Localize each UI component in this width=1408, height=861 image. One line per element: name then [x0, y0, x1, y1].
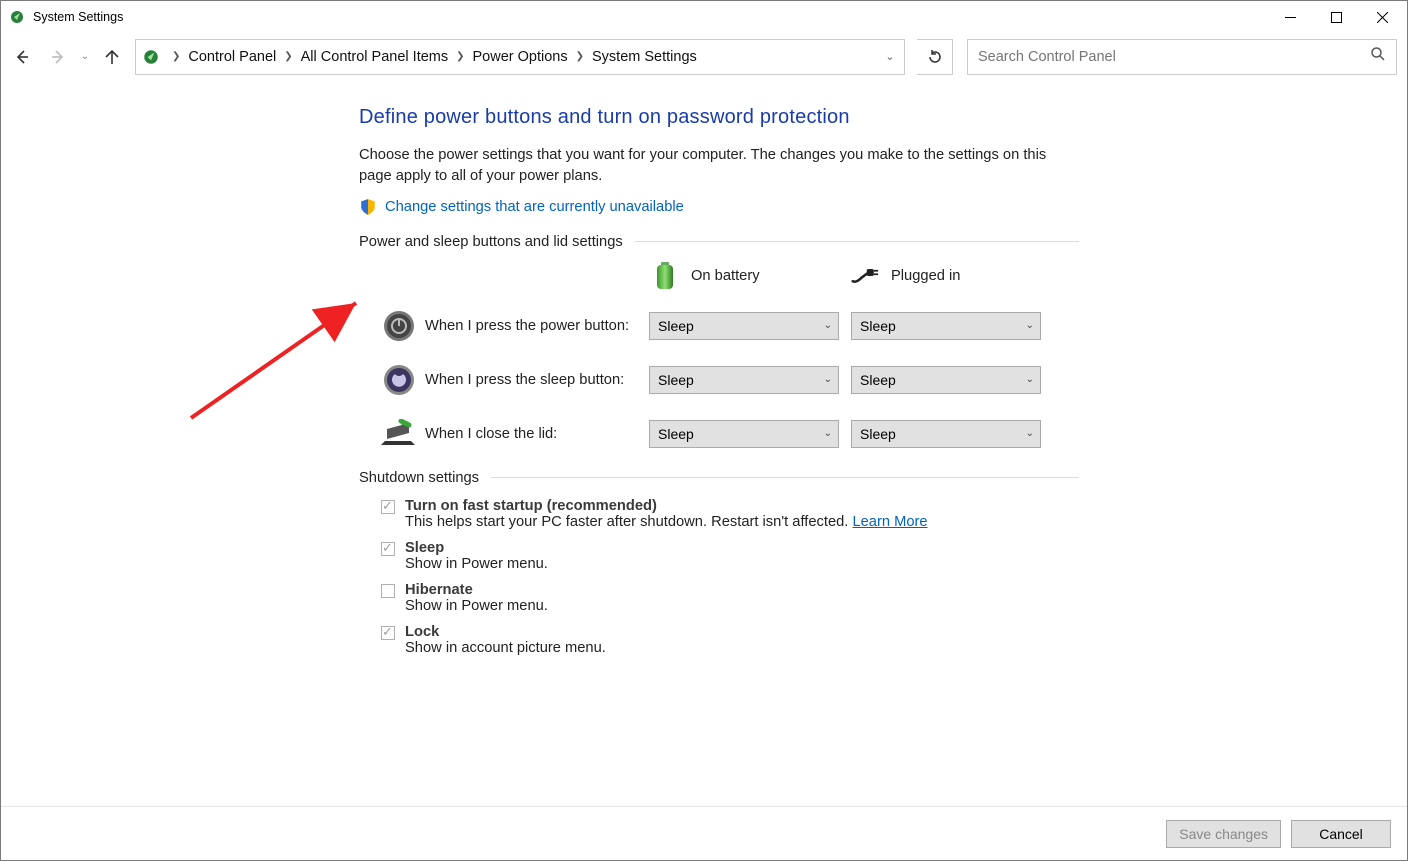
window: System Settings ⌄ ❯ Control Panel ❯ All … — [0, 0, 1408, 861]
breadcrumb-system-settings[interactable]: System Settings — [592, 49, 697, 65]
checkbox-icon — [381, 626, 395, 640]
unlock-settings-link[interactable]: Change settings that are currently unava… — [385, 199, 684, 215]
group-header-shutdown: Shutdown settings — [359, 470, 479, 486]
nav-back[interactable] — [5, 40, 39, 74]
col-plugged-in: Plugged in — [851, 262, 1051, 290]
cancel-button[interactable]: Cancel — [1291, 820, 1391, 848]
col-on-battery: On battery — [651, 262, 851, 290]
row-label: When I press the sleep button: — [425, 372, 649, 388]
battery-icon — [651, 262, 679, 290]
laptop-lid-icon — [381, 416, 417, 452]
titlebar: System Settings — [1, 1, 1407, 34]
app-icon — [9, 9, 25, 25]
close-button[interactable] — [1359, 1, 1405, 33]
select-power-button-battery[interactable]: Sleep⌄ — [649, 312, 839, 340]
search-input[interactable] — [978, 49, 1370, 65]
select-power-button-plugged[interactable]: Sleep⌄ — [851, 312, 1041, 340]
row-label: When I close the lid: — [425, 426, 649, 442]
refresh-button[interactable] — [917, 39, 953, 75]
row-close-lid: When I close the lid: Sleep⌄ Sleep⌄ — [381, 416, 1079, 452]
footer: Save changes Cancel — [1, 806, 1407, 860]
select-sleep-button-plugged[interactable]: Sleep⌄ — [851, 366, 1041, 394]
search-icon — [1370, 46, 1386, 67]
select-close-lid-plugged[interactable]: Sleep⌄ — [851, 420, 1041, 448]
save-changes-button[interactable]: Save changes — [1166, 820, 1281, 848]
window-title: System Settings — [33, 10, 1267, 24]
plug-icon — [851, 262, 879, 290]
divider — [491, 477, 1079, 478]
select-sleep-button-battery[interactable]: Sleep⌄ — [649, 366, 839, 394]
uac-shield-icon — [359, 198, 377, 216]
chevron-right-icon[interactable]: ❯ — [568, 51, 592, 62]
row-sleep-button: When I press the sleep button: Sleep⌄ Sl… — [381, 362, 1079, 398]
minimize-button[interactable] — [1267, 1, 1313, 33]
power-button-icon — [381, 308, 417, 344]
chevron-down-icon: ⌄ — [824, 374, 832, 385]
address-history-dropdown[interactable]: ⌄ — [876, 50, 904, 63]
sleep-button-icon — [381, 362, 417, 398]
navbar: ⌄ ❯ Control Panel ❯ All Control Panel It… — [1, 34, 1407, 78]
row-power-button: When I press the power button: Sleep⌄ Sl… — [381, 308, 1079, 344]
chevron-right-icon[interactable]: ❯ — [276, 51, 300, 62]
nav-recent-dropdown[interactable]: ⌄ — [77, 51, 93, 62]
nav-up[interactable] — [95, 40, 129, 74]
chevron-right-icon[interactable]: ❯ — [448, 51, 472, 62]
chevron-down-icon: ⌄ — [824, 320, 832, 331]
chevron-down-icon: ⌄ — [1026, 320, 1034, 331]
content: Define power buttons and turn on passwor… — [1, 78, 1407, 806]
location-icon — [142, 48, 160, 66]
checkbox-icon — [381, 584, 395, 598]
row-label: When I press the power button: — [425, 318, 649, 334]
chevron-right-icon[interactable]: ❯ — [164, 51, 188, 62]
search-box[interactable] — [967, 39, 1397, 75]
page-description: Choose the power settings that you want … — [359, 145, 1079, 188]
checkbox-hibernate[interactable]: Hibernate Show in Power menu. — [381, 582, 1079, 614]
divider — [635, 241, 1079, 242]
breadcrumb-control-panel[interactable]: Control Panel — [188, 49, 276, 65]
chevron-down-icon: ⌄ — [824, 428, 832, 439]
annotation-arrow — [181, 298, 381, 438]
page-title: Define power buttons and turn on passwor… — [359, 106, 1079, 129]
address-bar[interactable]: ❯ Control Panel ❯ All Control Panel Item… — [135, 39, 905, 75]
checkbox-fast-startup[interactable]: Turn on fast startup (recommended) This … — [381, 498, 1079, 530]
checkbox-icon — [381, 500, 395, 514]
breadcrumb-power-options[interactable]: Power Options — [473, 49, 568, 65]
breadcrumb-all-items[interactable]: All Control Panel Items — [301, 49, 448, 65]
window-controls — [1267, 1, 1405, 33]
chevron-down-icon: ⌄ — [1026, 374, 1034, 385]
group-header-power: Power and sleep buttons and lid settings — [359, 234, 623, 250]
checkbox-icon — [381, 542, 395, 556]
learn-more-link[interactable]: Learn More — [852, 514, 927, 530]
checkbox-sleep[interactable]: Sleep Show in Power menu. — [381, 540, 1079, 572]
chevron-down-icon: ⌄ — [1026, 428, 1034, 439]
maximize-button[interactable] — [1313, 1, 1359, 33]
select-close-lid-battery[interactable]: Sleep⌄ — [649, 420, 839, 448]
nav-forward[interactable] — [41, 40, 75, 74]
checkbox-lock[interactable]: Lock Show in account picture menu. — [381, 624, 1079, 656]
